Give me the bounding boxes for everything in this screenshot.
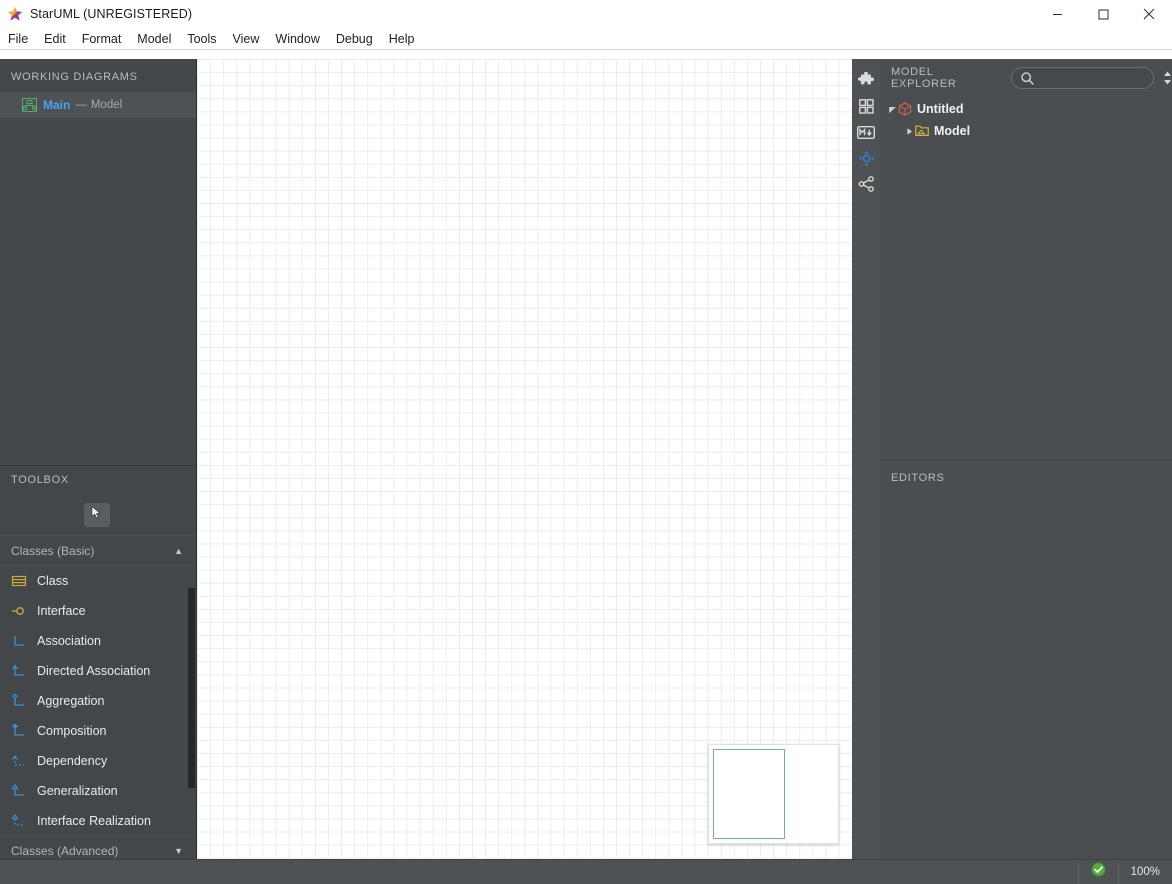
tool-interface-realization[interactable]: Interface Realization [0,806,196,836]
tool-label: Aggregation [37,694,105,708]
dependency-icon [11,753,28,769]
diagram-minimap[interactable] [708,744,839,844]
tool-label: Class [37,574,69,588]
close-button[interactable] [1126,0,1172,28]
tool-label: Composition [37,724,107,738]
model-package-icon [915,124,929,138]
tool-dependency[interactable]: Dependency [0,746,196,776]
menu-format[interactable]: Format [74,29,130,49]
tool-interface[interactable]: Interface [0,596,196,626]
right-sidebar: MODEL EXPLORER Untitled Model EDITORS [880,59,1172,859]
minimap-viewport[interactable] [713,749,785,839]
menu-view[interactable]: View [225,29,268,49]
working-diagram-owner: Model [90,99,123,111]
tool-label: Dependency [37,754,108,768]
status-bar: 100% [852,859,1172,884]
puzzle-piece-icon[interactable] [852,67,880,93]
menu-window[interactable]: Window [267,29,327,49]
toolbox-group-label: Classes (Basic) [11,543,95,558]
staruml-window: StarUML (UNREGISTERED) File Edit Format … [0,0,1172,884]
window-controls [1034,0,1172,28]
markdown-icon[interactable] [852,119,880,145]
editors-panel: EDITORS [880,459,1172,859]
tree-label: Untitled [917,102,964,116]
menu-edit[interactable]: Edit [36,29,74,49]
toolbox-title: TOOLBOX [11,474,69,486]
directed-association-icon [11,663,28,679]
search-input[interactable] [1038,70,1147,85]
zoom-label: 100% [1130,866,1160,878]
tool-label: Interface [37,604,86,618]
composition-icon [11,723,28,739]
canvas-grid [197,59,852,859]
working-diagrams-title: WORKING DIAGRAMS [11,71,138,83]
interface-icon [11,603,28,619]
diagram-canvas[interactable] [196,59,852,859]
tree-row-model[interactable]: Model [880,120,1172,142]
toolbox-select-row [0,495,196,535]
grid-squares-icon[interactable] [852,93,880,119]
tool-aggregation[interactable]: Aggregation [0,686,196,716]
tool-association[interactable]: Association [0,626,196,656]
interface-realization-icon [11,813,28,829]
association-icon [11,633,28,649]
toolbox-panel: TOOLBOX Classes (Basic) ▲ Class Interfac… [0,465,196,884]
working-diagram-name: Main [43,98,71,112]
model-explorer-title: MODEL EXPLORER [891,65,957,90]
check-circle-icon [1090,862,1106,882]
search-icon [1020,71,1035,91]
working-diagram-item-main[interactable]: Main — Model [0,92,196,118]
tool-class[interactable]: Class [0,566,196,596]
toolbox-scrollbar-thumb[interactable] [188,588,195,788]
move-crosshair-icon[interactable] [852,145,880,171]
title-bar: StarUML (UNREGISTERED) [0,0,1172,28]
editors-title: EDITORS [891,472,945,484]
chevron-up-icon: ▲ [174,545,183,556]
tool-label: Generalization [37,784,118,798]
model-explorer-tree: Untitled Model [880,96,1172,142]
class-diagram-icon [22,98,37,112]
tree-label: Model [934,124,971,138]
class-icon [11,573,28,589]
maximize-button[interactable] [1080,0,1126,28]
share-nodes-icon[interactable] [852,171,880,197]
sort-updown-icon[interactable] [1163,71,1172,85]
project-cube-icon [898,102,912,116]
aggregation-icon [11,693,28,709]
expand-arrow-icon[interactable] [886,105,898,114]
star-icon [7,6,23,22]
validation-status[interactable] [1077,859,1118,884]
working-diagrams-list: Main — Model [0,92,196,118]
toolbox-scroll-area: Classes (Basic) ▲ Class Interface Associ… [0,535,196,884]
menu-help[interactable]: Help [381,29,423,49]
zoom-level[interactable]: 100% [1117,859,1172,884]
working-diagram-owner-sep: — [75,99,87,111]
minimize-button[interactable] [1034,0,1080,28]
tree-row-untitled[interactable]: Untitled [880,98,1172,120]
tool-composition[interactable]: Composition [0,716,196,746]
sidebar-icon-rail [852,59,880,859]
select-tool-button[interactable] [84,503,110,527]
tool-label: Interface Realization [37,814,151,828]
menu-bar: File Edit Format Model Tools View Window… [0,28,1172,50]
toolbox-group-label: Classes (Advanced) [11,844,119,858]
tool-generalization[interactable]: Generalization [0,776,196,806]
status-bar-left [0,859,852,884]
model-explorer-search[interactable] [1011,66,1154,91]
window-title: StarUML (UNREGISTERED) [30,7,193,21]
chevron-down-icon: ▼ [174,846,183,856]
collapse-arrow-icon[interactable] [903,127,915,136]
menu-debug[interactable]: Debug [328,29,381,49]
menu-tools[interactable]: Tools [179,29,224,49]
tool-label: Association [37,634,101,648]
cursor-arrow-icon [91,506,103,524]
toolbox-group-classes-basic[interactable]: Classes (Basic) ▲ [0,536,196,566]
tool-label: Directed Association [37,664,151,678]
tool-directed-association[interactable]: Directed Association [0,656,196,686]
model-explorer-header: MODEL EXPLORER [880,59,1172,96]
menu-file[interactable]: File [0,29,36,49]
menu-model[interactable]: Model [129,29,179,49]
generalization-icon [11,783,28,799]
